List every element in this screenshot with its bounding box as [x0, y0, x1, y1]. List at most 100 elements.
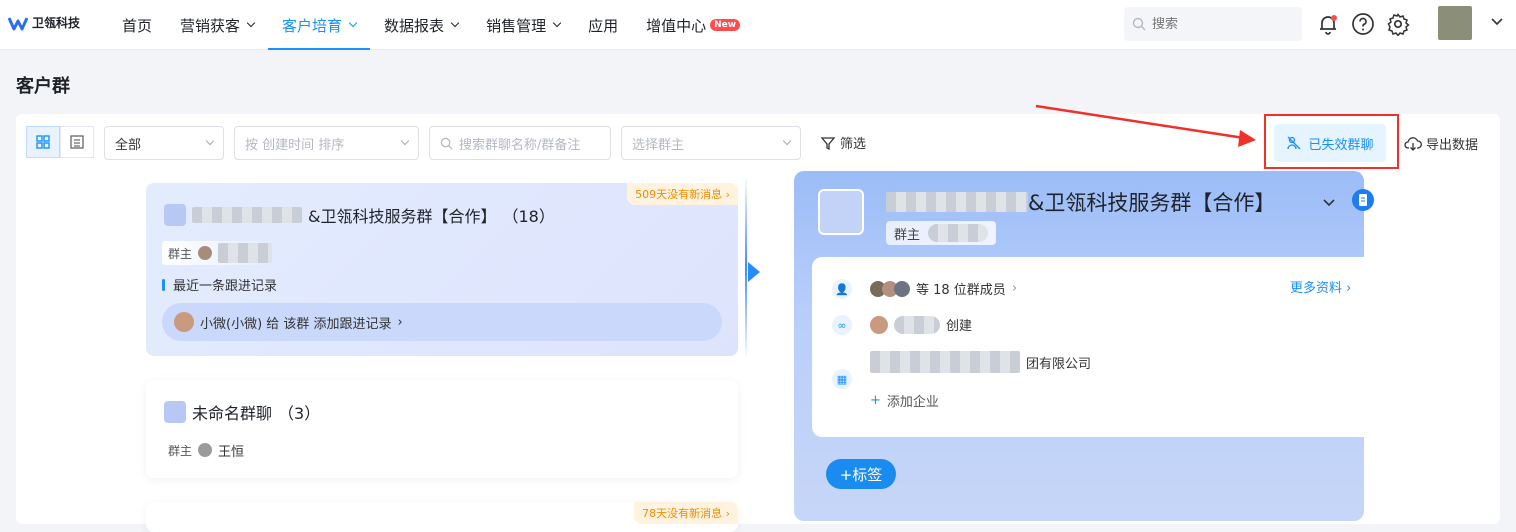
owner-label: 群主: [168, 443, 193, 458]
selected-pointer: [748, 262, 760, 282]
chevron-down-icon[interactable]: [1322, 195, 1336, 209]
detail-title: &卫瓴科技服务群【合作】: [886, 187, 1275, 217]
group-search-field[interactable]: 搜索群聊名称/群备注: [429, 126, 611, 160]
chevron-down-icon: [348, 18, 358, 28]
page-title: 客户群: [16, 76, 70, 97]
chevron-down-icon: [782, 136, 792, 146]
nav-value-center-label: 增值中心: [646, 16, 707, 35]
follow-record-text: 小微(小微) 给 该群 添加跟进记录: [200, 316, 392, 332]
chevron-down-icon: [400, 136, 410, 146]
nav-sales-label: 销售管理: [486, 16, 547, 35]
more-info-link[interactable]: 更多资料 ›: [1290, 277, 1351, 296]
last-follow-label: 最近一条跟进记录: [162, 275, 277, 294]
owner-label: 群主: [894, 227, 921, 243]
add-tag-label: +标签: [839, 465, 883, 484]
group-owner: 群主: [162, 241, 279, 265]
company-suffix: 团有限公司: [1026, 356, 1092, 372]
gear-icon[interactable]: [1386, 12, 1410, 36]
avatar: [870, 315, 888, 334]
grid-view-button[interactable]: [26, 126, 60, 158]
export-button[interactable]: 导出数据: [1404, 134, 1478, 153]
group-info-card: 👤 等 18 位群成员 › 更多资料 › ∞ 创建 ▦ 团有限公司 + 添加企业: [812, 257, 1374, 437]
group-name: 未命名群聊: [192, 404, 273, 423]
redacted-owner: [928, 224, 989, 242]
group-title: 未命名群聊 （3）: [164, 400, 320, 424]
search-input[interactable]: [1152, 16, 1292, 32]
nav-reports-label: 数据报表: [384, 16, 445, 35]
members-row[interactable]: 等 18 位群成员 ›: [870, 279, 1017, 298]
follow-record-link[interactable]: 小微(小微) 给 该群 添加跟进记录 ›: [162, 303, 722, 341]
add-company-button[interactable]: + 添加企业: [870, 391, 939, 410]
members-text: 等 18 位群成员: [916, 283, 1006, 298]
nav-home-label: 首页: [122, 16, 153, 35]
redacted-creator: [894, 315, 940, 334]
filter-icon: [820, 136, 836, 150]
global-search[interactable]: [1124, 7, 1302, 41]
logo-icon: [8, 16, 28, 30]
chevron-down-icon: [450, 18, 460, 28]
chevron-down-icon: [205, 136, 215, 146]
group-card[interactable]: 未命名群聊 （3） 群主 王恒: [146, 380, 738, 478]
filter-label: 筛选: [840, 137, 867, 152]
creator-row: 创建: [870, 315, 972, 334]
nav-apps[interactable]: 应用: [574, 0, 632, 50]
nav-apps-label: 应用: [588, 16, 619, 35]
link-icon: ∞: [832, 315, 852, 335]
sort-select[interactable]: 按 创建时间 排序: [234, 126, 419, 160]
group-owner: 群主 王恒: [162, 438, 251, 462]
user-avatar[interactable]: [1438, 6, 1472, 40]
annotation-highlight-box: [1264, 114, 1399, 169]
stale-badge-text: 509天没有新消息: [635, 188, 723, 201]
group-title: &卫瓴科技服务群【合作】 （18）: [164, 203, 555, 227]
avatar: [198, 246, 213, 260]
group-avatar-icon: [164, 204, 186, 226]
chevron-down-icon: [552, 18, 562, 28]
creator-suffix: 创建: [946, 319, 973, 334]
plus-icon: +: [870, 393, 881, 408]
group-card[interactable]: 509天没有新消息 › &卫瓴科技服务群【合作】 （18） 群主 最近一条跟进记…: [146, 183, 738, 356]
nav-value-center[interactable]: 增值中心 New: [632, 0, 754, 50]
search-icon: [440, 137, 453, 150]
group-avatar-icon: [164, 401, 186, 423]
stale-badge-text: 78天没有新消息: [642, 507, 723, 520]
help-icon[interactable]: [1351, 12, 1375, 36]
app-logo[interactable]: 卫瓴科技: [8, 14, 80, 31]
nav-home[interactable]: 首页: [108, 0, 166, 50]
redacted-name: [886, 192, 1028, 212]
export-label: 导出数据: [1426, 138, 1479, 153]
nav-reports[interactable]: 数据报表: [370, 0, 472, 50]
main-nav: 首页 营销获客 客户培育 数据报表 销售管理 应用 增值中心 New: [108, 0, 754, 50]
redacted-owner: [218, 243, 273, 263]
filter-button[interactable]: 筛选: [820, 133, 866, 152]
nav-sales[interactable]: 销售管理: [472, 0, 574, 50]
group-card[interactable]: 78天没有新消息 ›: [146, 502, 738, 532]
nav-marketing-label: 营销获客: [180, 16, 241, 35]
bell-icon[interactable]: [1316, 12, 1340, 36]
search-icon: [1132, 17, 1146, 31]
nav-marketing[interactable]: 营销获客: [166, 0, 268, 50]
group-search-placeholder: 搜索群聊名称/群备注: [459, 137, 581, 153]
grid-icon: [36, 135, 50, 149]
redacted-name: [192, 207, 302, 223]
avatar: [174, 312, 194, 332]
avatar: [198, 443, 213, 457]
owner-name: 王恒: [218, 444, 245, 460]
group-name: &卫瓴科技服务群【合作】: [308, 207, 497, 226]
chevron-down-icon[interactable]: [1490, 14, 1504, 28]
stale-badge: 509天没有新消息 ›: [627, 183, 738, 205]
owner-select-placeholder: 选择群主: [632, 137, 685, 153]
owner-select[interactable]: 选择群主: [621, 126, 801, 160]
nav-customer-nurture[interactable]: 客户培育: [268, 0, 371, 50]
add-company-label: 添加企业: [886, 395, 939, 410]
sort-select-placeholder: 按 创建时间 排序: [245, 137, 345, 153]
add-tag-button[interactable]: +标签: [826, 459, 896, 489]
detail-owner: 群主: [886, 221, 997, 245]
last-follow-text: 最近一条跟进记录: [173, 279, 278, 294]
app-logo-text: 卫瓴科技: [32, 16, 81, 30]
chevron-right-icon: ›: [1011, 281, 1018, 296]
members-icon: 👤: [832, 279, 852, 299]
scope-select[interactable]: 全部: [104, 126, 224, 160]
list-view-button[interactable]: [60, 126, 94, 158]
group-member-count: （3）: [278, 404, 321, 423]
note-icon[interactable]: [1352, 189, 1374, 211]
